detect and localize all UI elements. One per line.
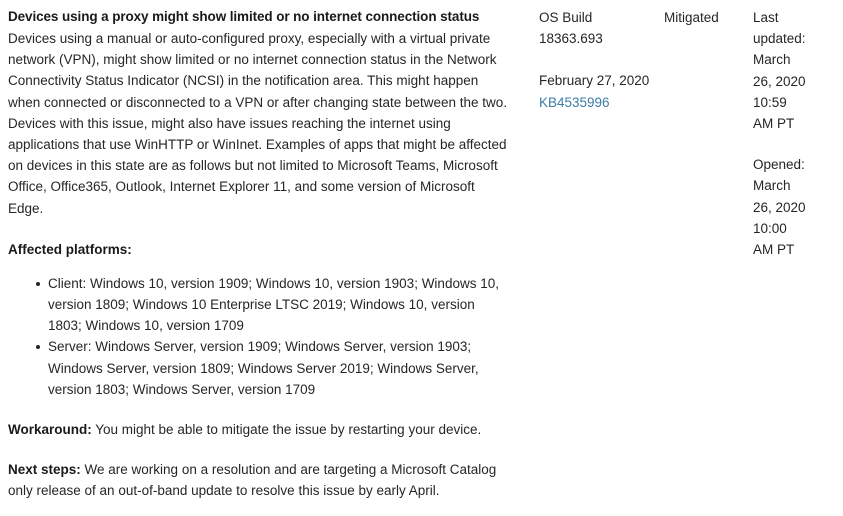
os-build-label: OS Build <box>539 10 593 25</box>
affected-platforms-list: Client: Windows 10, version 1909; Window… <box>8 273 512 400</box>
os-build-column: OS Build 18363.693 February 27, 2020 KB4… <box>539 7 651 113</box>
next-steps-text: We are working on a resolution and are t… <box>8 462 497 499</box>
last-updated-value: March 26, 2020 10:59 AM PT <box>753 52 806 132</box>
issue-detail-column: Devices using a proxy might show limited… <box>8 7 512 502</box>
workaround-label: Workaround: <box>8 422 92 438</box>
next-steps-label: Next steps: <box>8 462 81 478</box>
opened-value: March 26, 2020 10:00 AM PT <box>753 178 806 258</box>
last-updated-block: Last updated: March 26, 2020 10:59 AM PT <box>753 7 809 134</box>
dates-column: Last updated: March 26, 2020 10:59 AM PT… <box>753 7 809 260</box>
list-item: Server: Windows Server, version 1909; Wi… <box>36 336 512 400</box>
workaround-paragraph: Workaround: You might be able to mitigat… <box>8 419 512 440</box>
status-column: Mitigated <box>664 7 744 28</box>
os-build-block: OS Build 18363.693 <box>539 7 651 49</box>
status-badge: Mitigated <box>664 10 719 25</box>
kb-article-link[interactable]: KB4535996 <box>539 95 610 110</box>
os-build-number: 18363.693 <box>539 31 603 47</box>
affected-platforms-heading: Affected platforms: <box>8 241 132 257</box>
issue-title: Devices using a proxy might show limited… <box>8 9 480 24</box>
os-build-release-date: February 27, 2020 <box>539 73 650 89</box>
next-steps-paragraph: Next steps: We are working on a resoluti… <box>8 459 512 501</box>
opened-label: Opened: <box>753 157 805 173</box>
known-issue-row: Devices using a proxy might show limited… <box>0 0 843 516</box>
last-updated-label: Last updated: <box>753 10 806 47</box>
issue-description: Devices using a manual or auto-configure… <box>8 31 508 216</box>
os-build-kb-article: KB4535996 <box>539 92 651 113</box>
opened-block: Opened: March 26, 2020 10:00 AM PT <box>753 154 809 260</box>
list-item: Client: Windows 10, version 1909; Window… <box>36 273 512 337</box>
workaround-text: You might be able to mitigate the issue … <box>91 422 482 438</box>
